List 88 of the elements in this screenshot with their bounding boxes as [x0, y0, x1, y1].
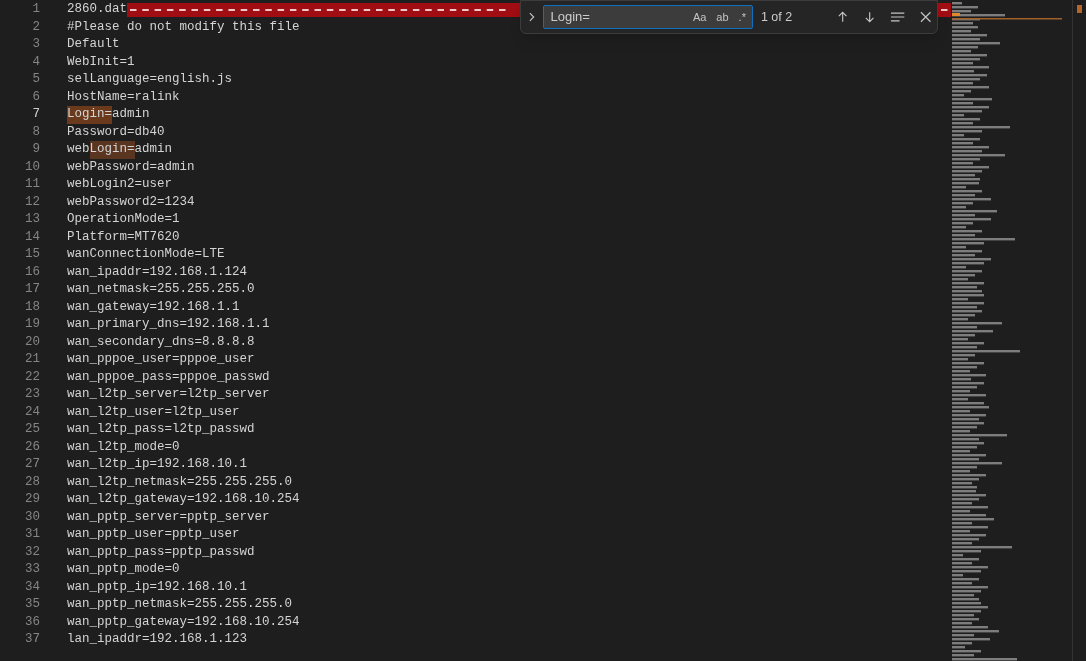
- code-text: wan_l2tp_pass=l2tp_passwd: [67, 421, 255, 438]
- line-number: 1: [31, 1, 40, 18]
- code-text: wan_pptp_netmask=255.255.255.0: [67, 596, 293, 613]
- line-number: 9: [31, 141, 40, 158]
- code-text: wan_pptp_server=pptp_server: [67, 508, 270, 526]
- line-number: 7: [31, 106, 40, 123]
- line-number: 2: [31, 18, 40, 36]
- chevron-right-icon[interactable]: [527, 11, 537, 23]
- find-option-toggle[interactable]: Aa: [690, 8, 709, 26]
- code-text: Default: [67, 36, 120, 53]
- line-number: 18: [24, 298, 40, 316]
- find-input[interactable]: Login= Aa ab .*: [542, 5, 753, 29]
- line-number: 12: [24, 193, 40, 211]
- code-text: wan_pptp_user=pptp_user: [67, 526, 240, 543]
- code-text: wan_pptp_gateway=192.168.10.254: [67, 613, 300, 631]
- line-number: 28: [24, 473, 40, 491]
- code-text: wan_pptp_mode=0: [67, 561, 180, 578]
- line-number: 3: [31, 36, 40, 53]
- match-count: 1 of 2: [760, 8, 794, 26]
- line-number: 36: [24, 613, 40, 631]
- line-number: 14: [24, 228, 40, 246]
- code-text: HostName=ralink: [67, 88, 180, 106]
- line-number: 35: [24, 596, 40, 613]
- code-text: webPassword=admin: [67, 158, 195, 176]
- line-number: 4: [31, 53, 40, 71]
- code-text: wan_l2tp_gateway=192.168.10.254: [67, 491, 300, 508]
- find-option-toggle[interactable]: .*: [736, 8, 748, 26]
- line-number: 37: [24, 631, 40, 648]
- line-number: 21: [24, 351, 40, 368]
- line-number: 30: [24, 508, 40, 526]
- code-text: wan_secondary_dns=8.8.8.8: [67, 333, 255, 351]
- code-text: wan_l2tp_mode=0: [67, 438, 180, 456]
- search-result-marker: [1077, 5, 1082, 13]
- code-text: wan_l2tp_server=l2tp_server: [67, 386, 270, 403]
- arrow-up-icon[interactable]: [835, 10, 849, 24]
- line-number: 26: [24, 438, 40, 456]
- line-number: 33: [24, 561, 40, 578]
- code-text: wan_primary_dns=192.168.1.1: [67, 316, 270, 333]
- line-number: 32: [24, 543, 40, 561]
- line-number: 29: [24, 491, 40, 508]
- code-text: webPassword2=1234: [67, 193, 195, 211]
- code-text: wan_pppoe_user=pppoe_user: [67, 351, 255, 368]
- code-text: wan_gateway=192.168.1.1: [67, 298, 240, 316]
- code-text: Platform=MT7620: [67, 228, 180, 246]
- line-number: 15: [24, 246, 40, 263]
- code-text: wan_l2tp_ip=192.168.10.1: [67, 456, 248, 473]
- code-text: wan_l2tp_user=l2tp_user: [67, 403, 240, 421]
- code-text: wanConnectionMode=LTE: [67, 246, 225, 263]
- line-number: 8: [31, 123, 40, 141]
- line-number: 20: [24, 333, 40, 351]
- code-text: lan_ipaddr=192.168.1.123: [67, 631, 248, 648]
- code-text: WebInit=1: [67, 53, 135, 71]
- line-number: 27: [24, 456, 40, 473]
- code-text: wan_pptp_pass=pptp_passwd: [67, 543, 255, 561]
- code-text: OperationMode=1: [67, 211, 180, 228]
- code-text: wan_l2tp_netmask=255.255.255.0: [67, 473, 293, 491]
- code-text: wan_pptp_ip=192.168.10.1: [67, 578, 248, 596]
- find-in-selection-icon[interactable]: [890, 10, 906, 24]
- line-number: 31: [24, 526, 40, 543]
- line-number: 13: [24, 211, 40, 228]
- code-text: selLanguage=english.js: [67, 71, 233, 88]
- find-option-toggle[interactable]: ab: [714, 8, 731, 26]
- line-number: 24: [24, 403, 40, 421]
- line-number: 11: [24, 176, 40, 193]
- line-number: 34: [24, 578, 40, 596]
- code-text: webLogin2=user: [67, 176, 173, 193]
- code-text: 2860.dat: [67, 1, 127, 18]
- code-text: Password=db40: [67, 123, 165, 141]
- code-text: #Please do not modify this file: [67, 18, 300, 36]
- line-number: 22: [24, 368, 40, 386]
- search-match: Login=: [67, 106, 112, 124]
- line-number: 17: [24, 281, 40, 298]
- code-text: wan_ipaddr=192.168.1.124: [67, 263, 248, 281]
- line-number: 23: [24, 386, 40, 403]
- line-number: 6: [31, 88, 40, 106]
- arrow-down-icon[interactable]: [862, 10, 877, 24]
- line-number: 10: [24, 158, 40, 176]
- code-text: admin: [134, 141, 173, 158]
- close-icon[interactable]: [919, 11, 931, 23]
- line-number: 25: [24, 421, 40, 438]
- code-text: web: [67, 141, 90, 158]
- line-number: 19: [24, 316, 40, 333]
- line-number: 5: [31, 71, 40, 88]
- line-number: 16: [24, 263, 40, 281]
- code-text: wan_netmask=255.255.255.0: [67, 281, 255, 298]
- code-text: admin: [112, 106, 150, 123]
- search-match: Login=: [89, 141, 135, 159]
- code-text: wan_pppoe_pass=pppoe_passwd: [67, 368, 270, 386]
